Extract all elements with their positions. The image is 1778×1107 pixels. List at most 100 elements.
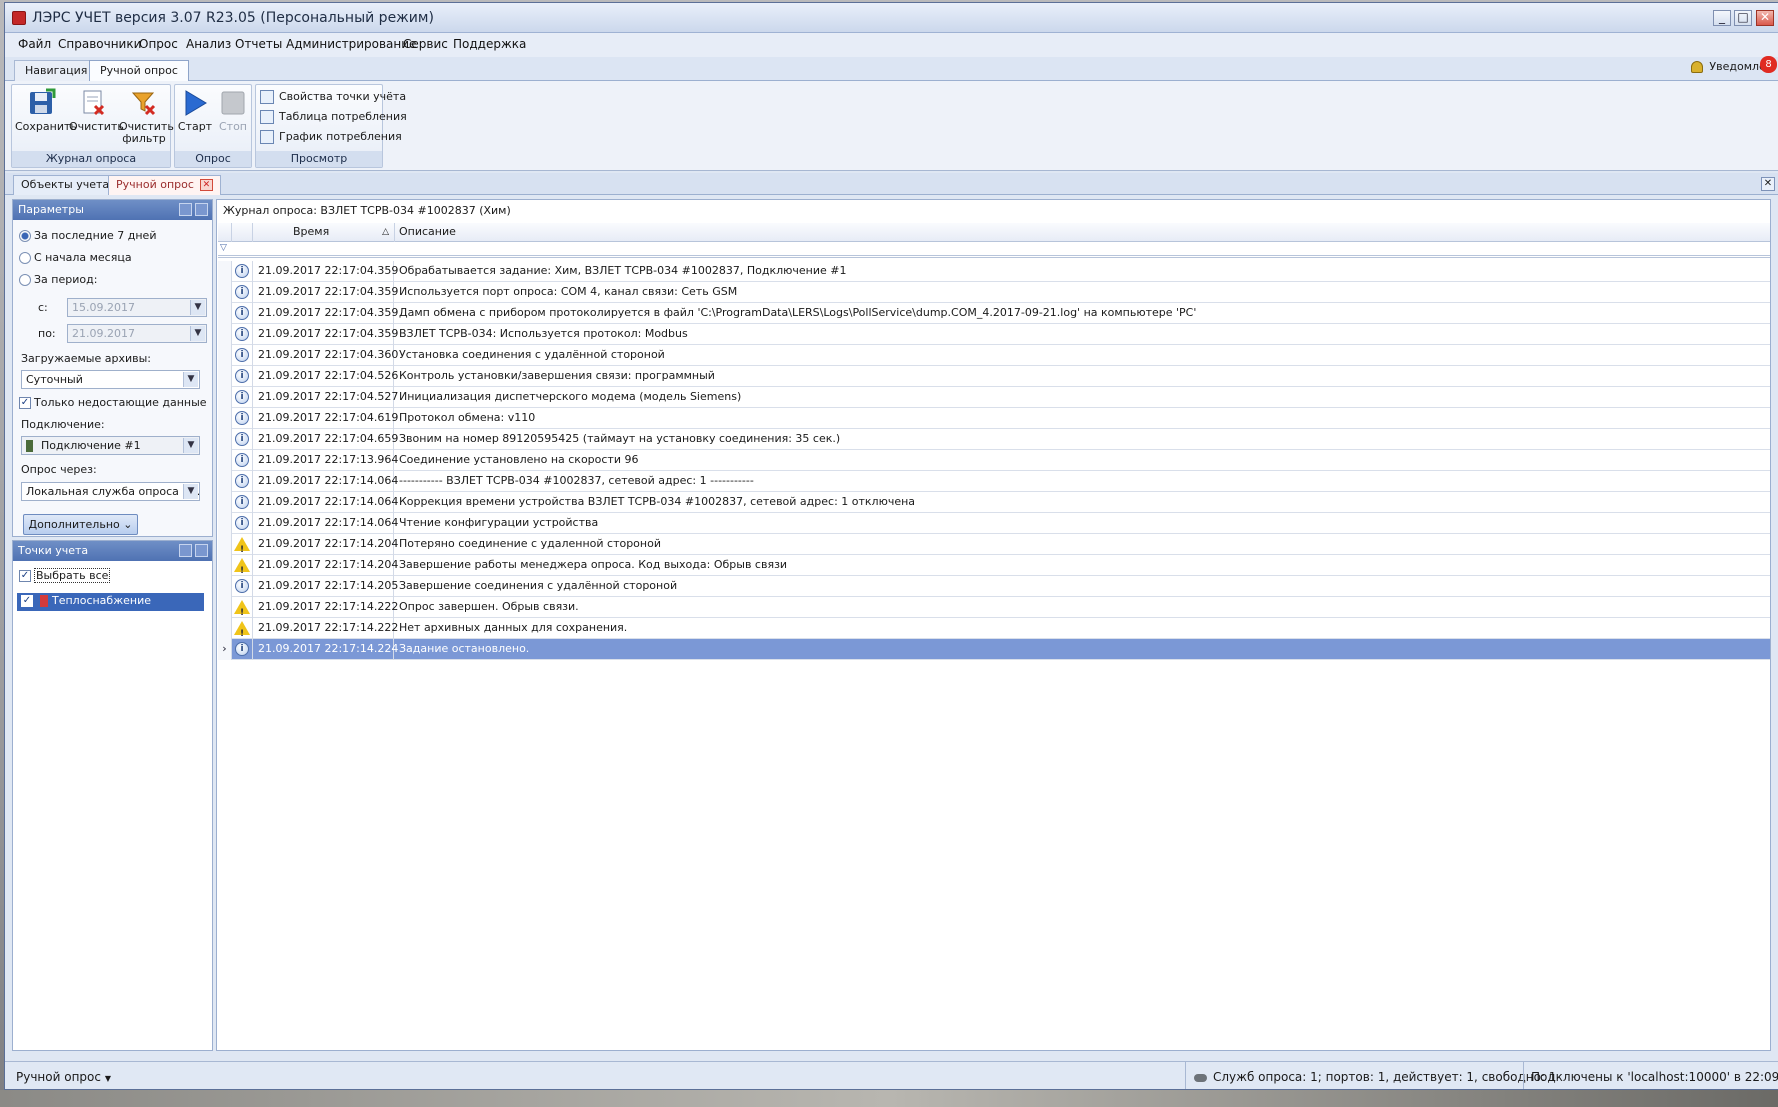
- table-row[interactable]: i 21.09.2017 22:17:04.360 Установка соедин…: [218, 345, 1770, 366]
- table-row[interactable]: i 21.09.2017 22:17:13.964 Соединение устан…: [218, 450, 1770, 471]
- table-row[interactable]: › i 21.09.2017 22:17:14.224 Задание останов…: [218, 639, 1770, 660]
- cell-description: Коррекция времени устройства ВЗЛЕТ ТСРВ-…: [399, 495, 916, 508]
- column-header-description[interactable]: Описание: [395, 223, 1770, 242]
- tab-manual-poll[interactable]: Ручной опрос: [89, 60, 189, 82]
- table-row[interactable]: i 21.09.2017 22:17:04.526 Контроль установ…: [218, 366, 1770, 387]
- info-icon: i: [235, 453, 249, 467]
- row-selector[interactable]: [218, 555, 232, 576]
- chevron-down-icon: ▼: [183, 438, 198, 453]
- row-selector[interactable]: [218, 576, 232, 597]
- select-all-checkbox[interactable]: ✓ Выбрать все: [19, 568, 111, 585]
- to-date-picker[interactable]: 21.09.2017 ▼: [67, 324, 207, 343]
- info-icon: i: [235, 306, 249, 320]
- table-row[interactable]: i 21.09.2017 22:17:04.359 ВЗЛЕТ ТСРВ-034: …: [218, 324, 1770, 345]
- menu-reports[interactable]: Отчеты: [235, 37, 282, 51]
- row-selector[interactable]: [218, 303, 232, 324]
- menu-file[interactable]: Файл: [18, 37, 51, 51]
- row-selector[interactable]: [218, 366, 232, 387]
- cell-time: 21.09.2017 22:17:04.360: [253, 345, 398, 366]
- row-selector[interactable]: [218, 387, 232, 408]
- radio-last-7-days[interactable]: За последние 7 дней: [19, 229, 156, 245]
- row-selector[interactable]: ›: [218, 639, 232, 660]
- row-selector[interactable]: [218, 618, 232, 639]
- doc-tab-manual-poll[interactable]: Ручной опрос ✕: [108, 175, 221, 195]
- table-row[interactable]: i 21.09.2017 22:17:14.064 ----------- ВЗЛЕ…: [218, 471, 1770, 492]
- tree-item-heat-supply[interactable]: ✓ Теплоснабжение: [17, 593, 204, 611]
- notifications-button[interactable]: Уведомлен 8: [1691, 56, 1777, 80]
- menu-references[interactable]: Справочники: [58, 37, 141, 51]
- info-icon: i: [235, 369, 249, 383]
- connection-select[interactable]: Подключение #1 ▼: [21, 436, 200, 455]
- row-selector[interactable]: [218, 513, 232, 534]
- row-selector[interactable]: [218, 324, 232, 345]
- table-row[interactable]: ! 21.09.2017 22:17:14.222 Опрос завершен. …: [218, 597, 1770, 618]
- radio-period[interactable]: За период:: [19, 273, 97, 289]
- menu-service[interactable]: Сервис: [403, 37, 448, 51]
- header-icon-cell: [232, 223, 253, 242]
- point-properties-button[interactable]: Свойства точки учёта: [260, 88, 406, 108]
- app-logo-icon: [12, 11, 26, 25]
- menu-administration[interactable]: Администрирование: [286, 37, 416, 51]
- table-row[interactable]: ! 21.09.2017 22:17:14.222 Нет архивных дан…: [218, 618, 1770, 639]
- minimize-button[interactable]: _: [1713, 10, 1731, 26]
- consumption-graph-button[interactable]: График потребления: [260, 128, 402, 148]
- panel-pin-icon[interactable]: [195, 544, 208, 557]
- status-mode-dropdown[interactable]: Ручной опрос ▼: [16, 1070, 111, 1084]
- table-row[interactable]: i 21.09.2017 22:17:04.619 Протокол обмена:…: [218, 408, 1770, 429]
- close-window-button[interactable]: ✕: [1756, 10, 1774, 26]
- info-icon: i: [235, 642, 249, 656]
- row-selector[interactable]: [218, 429, 232, 450]
- panel-pin-icon[interactable]: [195, 203, 208, 216]
- status-mode-label: Ручной опрос: [16, 1070, 101, 1084]
- row-selector[interactable]: [218, 408, 232, 429]
- panel-float-icon[interactable]: [179, 544, 192, 557]
- table-row[interactable]: ! 21.09.2017 22:17:14.204 Завершение работ…: [218, 555, 1770, 576]
- status-bar: Ручной опрос ▼ Служб опроса: 1; портов: …: [5, 1061, 1778, 1089]
- table-row[interactable]: i 21.09.2017 22:17:14.064 Чтение конфигура…: [218, 513, 1770, 534]
- table-row[interactable]: i 21.09.2017 22:17:04.527 Инициализация ди…: [218, 387, 1770, 408]
- only-missing-checkbox[interactable]: ✓ Только недостающие данные: [19, 396, 207, 412]
- tab-navigation[interactable]: Навигация: [14, 60, 99, 81]
- cell-description: Потеряно соединение с удаленной стороной: [399, 537, 661, 550]
- menu-support[interactable]: Поддержка: [453, 37, 526, 51]
- save-button[interactable]: Сохранить: [15, 88, 77, 151]
- close-pane-icon[interactable]: ✕: [1761, 177, 1775, 191]
- row-selector[interactable]: [218, 282, 232, 303]
- close-tab-icon[interactable]: ✕: [199, 179, 213, 191]
- filter-row[interactable]: ▽: [218, 242, 1770, 258]
- row-selector[interactable]: [218, 450, 232, 471]
- stop-button[interactable]: Стоп: [215, 88, 251, 151]
- table-row[interactable]: i 21.09.2017 22:17:14.205 Завершение соеди…: [218, 576, 1770, 597]
- archives-select[interactable]: Суточный ▼: [21, 370, 200, 389]
- row-selector[interactable]: [218, 345, 232, 366]
- table-row[interactable]: i 21.09.2017 22:17:14.064 Коррекция времен…: [218, 492, 1770, 513]
- row-selector[interactable]: [218, 261, 232, 282]
- clear-button[interactable]: Очистить: [69, 88, 124, 151]
- row-selector[interactable]: [218, 492, 232, 513]
- maximize-button[interactable]: □: [1734, 10, 1752, 26]
- start-button[interactable]: Старт: [177, 88, 213, 151]
- menu-analysis[interactable]: Анализ: [186, 37, 231, 51]
- from-date-picker[interactable]: 15.09.2017 ▼: [67, 298, 207, 317]
- table-row[interactable]: i 21.09.2017 22:17:04.359 Дамп обмена с пр…: [218, 303, 1770, 324]
- clear-filter-button[interactable]: Очистить фильтр: [119, 88, 174, 151]
- clear-label: Очистить: [69, 120, 124, 133]
- poll-via-select[interactable]: Локальная служба опроса ::... ▼: [21, 482, 200, 501]
- menu-poll[interactable]: Опрос: [139, 37, 178, 51]
- radio-month-start[interactable]: С начала месяца: [19, 251, 132, 267]
- panel-float-icon[interactable]: [179, 203, 192, 216]
- row-selector[interactable]: [218, 471, 232, 492]
- advanced-button[interactable]: Дополнительно ⌄: [23, 514, 138, 535]
- table-row[interactable]: i 21.09.2017 22:17:04.359 Обрабатывается з…: [218, 261, 1770, 282]
- ribbon-tab-strip: Навигация Ручной опрос Уведомлен 8: [5, 56, 1778, 82]
- table-row[interactable]: ! 21.09.2017 22:17:14.204 Потеряно соедине…: [218, 534, 1770, 555]
- column-header-time[interactable]: Время △: [253, 223, 395, 242]
- table-row[interactable]: i 21.09.2017 22:17:04.359 Используется пор…: [218, 282, 1770, 303]
- doc-tab-objects[interactable]: Объекты учета: [13, 175, 118, 195]
- row-selector[interactable]: [218, 597, 232, 618]
- row-icon-cell: i: [232, 261, 253, 282]
- table-row[interactable]: i 21.09.2017 22:17:04.659 Звоним на номер …: [218, 429, 1770, 450]
- consumption-table-button[interactable]: Таблица потребления: [260, 108, 407, 128]
- row-selector[interactable]: [218, 534, 232, 555]
- save-label: Сохранить: [15, 120, 77, 133]
